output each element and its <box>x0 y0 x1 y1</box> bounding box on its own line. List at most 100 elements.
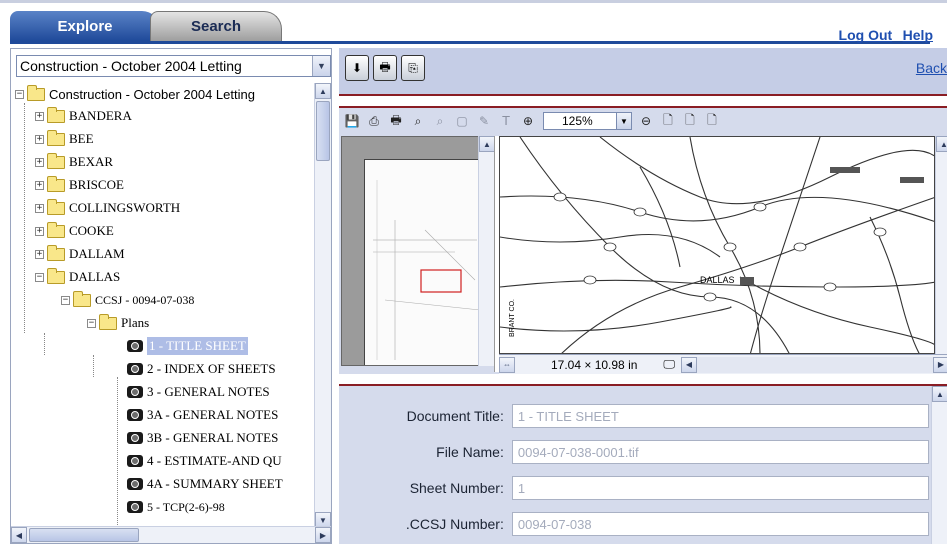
property-label: .CCSJ Number: <box>405 516 504 532</box>
zoom-in-icon[interactable]: ⊕ <box>519 112 537 130</box>
folder-icon <box>47 221 65 238</box>
map-vertical-scrollbar[interactable]: ▲ <box>935 136 947 354</box>
map-drawing: DALLAS BRANT CO. <box>500 137 934 353</box>
tree-node-ccsj[interactable]: − CCSJ - 0094-07-038 <box>61 289 194 311</box>
help-link[interactable]: Help <box>903 27 933 43</box>
monitor-icon[interactable]: 🖵 <box>663 357 675 372</box>
minus-box-icon[interactable]: − <box>61 295 70 305</box>
scroll-up-icon[interactable]: ▲ <box>315 83 331 99</box>
page-icon[interactable]: ▢ <box>453 112 471 130</box>
binoculars-icon[interactable]: ⌕ <box>409 112 427 130</box>
tree-node-label: 4A - SUMMARY SHEET <box>147 476 283 491</box>
logout-link[interactable]: Log Out <box>839 27 893 43</box>
scroll-right-icon[interactable]: ▶ <box>933 356 947 373</box>
back-link[interactable]: Back <box>916 60 947 76</box>
tree-line <box>93 355 94 377</box>
save-icon[interactable]: 💾 <box>343 112 361 130</box>
tree-node-county[interactable]: − DALLAS <box>35 266 120 288</box>
text-tool-icon[interactable]: T <box>497 112 515 130</box>
tree-horizontal-scrollbar[interactable]: ◀ ▶ <box>11 526 331 543</box>
tree-node-plans[interactable]: − Plans <box>87 312 149 334</box>
properties-scrollbar[interactable]: ▲ <box>931 386 947 544</box>
chevron-down-icon[interactable]: ▼ <box>616 112 632 130</box>
highlighter-icon[interactable]: ✎ <box>475 112 493 130</box>
find-next-icon[interactable]: ⌕ <box>431 112 449 130</box>
tree-node-sheet[interactable]: 3B - GENERAL NOTES <box>127 427 278 449</box>
tree-node-county[interactable]: + BANDERA <box>35 105 132 127</box>
viewer-toolbar: 💾 ⎙ 🖶 ⌕ ⌕ ▢ ✎ T ⊕ 125% ▼ ⊖ 🗋 🗋 🗋 <box>339 108 947 134</box>
thumbnail-pane[interactable] <box>341 136 481 366</box>
thumbnail-scrollbar[interactable]: ▲ <box>478 136 495 366</box>
tree-line <box>117 377 118 528</box>
plus-box-icon[interactable]: + <box>35 134 44 144</box>
tab-search[interactable]: Search <box>150 11 282 41</box>
folder-icon <box>47 175 65 192</box>
minus-box-icon[interactable]: − <box>15 89 24 99</box>
tree-node-sheet[interactable]: 4A - SUMMARY SHEET <box>127 473 283 495</box>
export-icon: ⎘ <box>408 60 418 75</box>
file-name-field[interactable]: 0094-07-038-0001.tif <box>511 440 929 464</box>
tree-node-label: CCSJ - 0094-07-038 <box>95 292 195 307</box>
print-options-icon[interactable]: ⎙ <box>365 112 383 130</box>
single-page-icon[interactable]: 🗋 <box>659 112 677 130</box>
scroll-up-icon[interactable]: ▲ <box>936 136 947 152</box>
plus-box-icon[interactable]: + <box>35 249 44 259</box>
page-dimensions: 17.04 × 10.98 in <box>551 357 638 372</box>
sheet-image[interactable]: DALLAS BRANT CO. <box>499 136 935 354</box>
zoom-out-icon[interactable]: ⊖ <box>637 112 655 130</box>
ccsj-number-field[interactable]: 0094-07-038 <box>511 512 929 536</box>
tree-node-label: BEXAR <box>69 154 114 169</box>
camera-icon <box>127 386 143 398</box>
scroll-up-icon[interactable]: ▲ <box>932 386 947 402</box>
page-thumbnail[interactable] <box>364 159 480 365</box>
sheet-number-field[interactable]: 1 <box>511 476 929 500</box>
plus-box-icon[interactable]: + <box>35 157 44 167</box>
camera-icon <box>127 363 143 375</box>
document-title-field[interactable]: 1 - TITLE SHEET <box>511 404 929 428</box>
scroll-up-icon[interactable]: ▲ <box>479 136 495 152</box>
tab-explore[interactable]: Explore <box>10 11 160 41</box>
plus-box-icon[interactable]: + <box>35 111 44 121</box>
zoom-select[interactable]: 125% ▼ <box>543 112 632 130</box>
tree-node-county[interactable]: + BRISCOE <box>35 174 124 196</box>
scroll-left-icon[interactable]: ◀ <box>681 356 697 373</box>
top-bar: Explore Search Log Out Help <box>0 0 947 44</box>
tree-vertical-scrollbar[interactable]: ▲ ▼ <box>314 83 331 528</box>
scroll-thumb[interactable] <box>29 528 139 542</box>
tree-node-county[interactable]: + COLLINGSWORTH <box>35 197 180 219</box>
plus-box-icon[interactable]: + <box>35 180 44 190</box>
tree-node-county[interactable]: + BEE <box>35 128 94 150</box>
fit-width-icon[interactable]: 🗋 <box>681 112 699 130</box>
tree-node-sheet[interactable]: 1 - TITLE SHEET <box>127 335 248 357</box>
fit-page-icon[interactable]: 🗋 <box>703 112 721 130</box>
print-button[interactable]: 🖶 <box>373 55 397 81</box>
export-button[interactable]: ⎘ <box>401 55 425 81</box>
camera-icon <box>127 432 143 444</box>
tree-node-label: Plans <box>121 315 150 330</box>
tree-node-sheet[interactable]: 3A - GENERAL NOTES <box>127 404 278 426</box>
scroll-left-icon[interactable]: ◀ <box>11 527 27 543</box>
chevron-down-icon[interactable]: ▼ <box>312 56 330 76</box>
map-horizontal-scrollbar[interactable] <box>697 356 933 373</box>
tree-node-county[interactable]: + COOKE <box>35 220 114 242</box>
download-button[interactable]: ⬇ <box>345 55 369 81</box>
printer-icon[interactable]: 🖶 <box>387 112 405 130</box>
minus-box-icon[interactable]: − <box>87 318 96 328</box>
scroll-thumb[interactable] <box>316 101 330 161</box>
tree-node-sheet[interactable]: 5 - TCP(2-6)-98 <box>127 496 225 518</box>
pan-icon[interactable]: ⇔ <box>499 356 515 373</box>
letting-select[interactable]: Construction - October 2004 Letting ▼ <box>16 55 331 77</box>
scroll-right-icon[interactable]: ▶ <box>315 527 331 543</box>
tree-node-root[interactable]: − Construction - October 2004 Letting <box>15 83 255 105</box>
tree-node-label: COLLINGSWORTH <box>69 200 181 215</box>
tree-node-county[interactable]: + BEXAR <box>35 151 113 173</box>
tree-node-county[interactable]: + DALLAM <box>35 243 125 265</box>
minus-box-icon[interactable]: − <box>35 272 44 282</box>
property-label: Sheet Number: <box>409 480 504 496</box>
tree-node-sheet[interactable]: 3 - GENERAL NOTES <box>127 381 270 403</box>
zoom-value: 125% <box>562 114 593 128</box>
plus-box-icon[interactable]: + <box>35 203 44 213</box>
tree-node-sheet[interactable]: 2 - INDEX OF SHEETS <box>127 358 276 380</box>
plus-box-icon[interactable]: + <box>35 226 44 236</box>
tree-node-sheet[interactable]: 4 - ESTIMATE-AND QU <box>127 450 282 472</box>
